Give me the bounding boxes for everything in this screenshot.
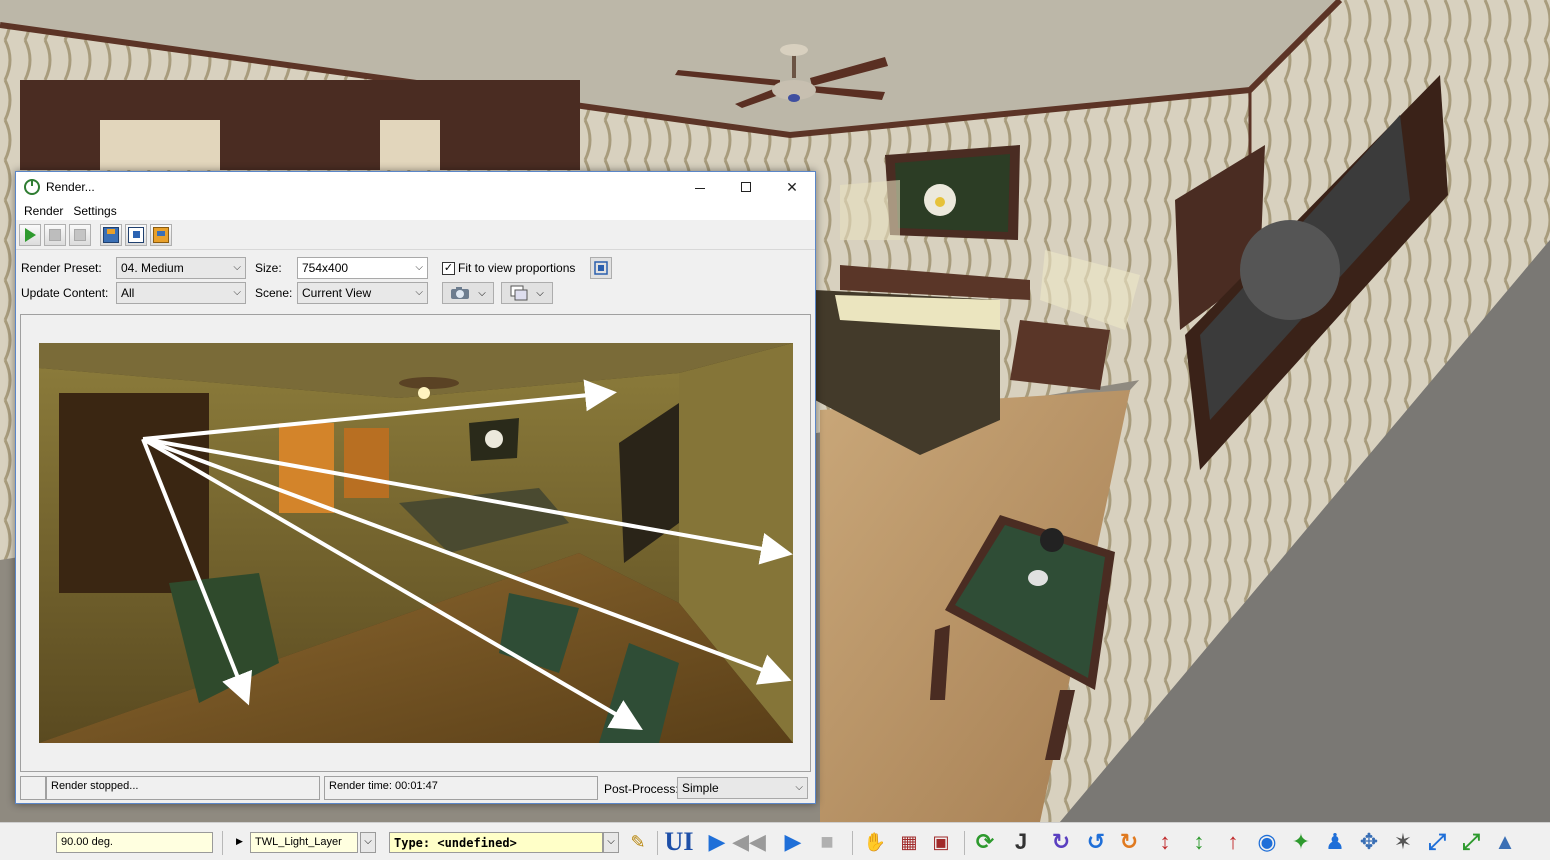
stop-icon[interactable]: ■	[814, 829, 840, 855]
render-preset-label: Render Preset:	[21, 261, 102, 275]
refresh-icon[interactable]: ⟳	[972, 829, 998, 855]
package-icon[interactable]: ▣	[928, 829, 954, 855]
status-indicator	[20, 776, 46, 800]
render-preview-image	[39, 343, 793, 743]
play-icon[interactable]: ▶	[704, 829, 730, 855]
maximize-icon	[741, 182, 751, 192]
separator	[964, 831, 965, 855]
step-play-icon[interactable]: ▶	[780, 829, 806, 855]
star-icon[interactable]: ✶	[1390, 829, 1416, 855]
menu-settings[interactable]: Settings	[69, 204, 120, 218]
minimize-button[interactable]	[677, 172, 723, 202]
type-field[interactable]: Type: <undefined>	[389, 832, 603, 853]
postprocess-select[interactable]: Simple ⌵	[677, 777, 808, 799]
separator	[222, 831, 223, 855]
chevron-down-icon: ⌵	[233, 262, 241, 273]
fit-view-icon	[594, 261, 608, 275]
size-value: 754x400	[302, 261, 349, 275]
stop-render-button[interactable]	[69, 223, 91, 246]
move-y-icon[interactable]: ↕	[1186, 829, 1212, 855]
power-app-icon	[24, 179, 40, 195]
palette-icon[interactable]: ✎	[625, 829, 651, 855]
copy-image-button[interactable]	[125, 223, 147, 246]
fit-view-button[interactable]	[590, 257, 612, 279]
chevron-down-icon: ⌵	[795, 782, 803, 793]
clone-window-dropdown-button[interactable]: ⌵	[501, 282, 553, 304]
nodes-icon[interactable]: ✥	[1356, 829, 1382, 855]
bottom-toolbar: 90.00 deg. ▶ TWL_Light_Layer ⌵ Type: <un…	[0, 822, 1550, 860]
fit-proportions-checkbox[interactable]: ✓	[442, 262, 455, 275]
separator	[852, 831, 853, 855]
pivot-icon[interactable]: ✦	[1288, 829, 1314, 855]
export-icon	[153, 226, 169, 243]
title-bar[interactable]: Render... ✕	[16, 172, 815, 202]
start-render-button[interactable]	[19, 223, 41, 246]
maximize-button[interactable]	[723, 172, 769, 202]
camera-icon	[451, 287, 470, 299]
render-preset-select[interactable]: 04. Medium ⌵	[116, 257, 246, 279]
scene-select[interactable]: Current View ⌵	[297, 282, 428, 304]
rendered-bedroom-image	[39, 343, 793, 743]
update-content-label: Update Content:	[21, 286, 109, 300]
copy-image-icon	[128, 226, 144, 243]
arrow-up-icon[interactable]: ↑	[1220, 829, 1246, 855]
minimize-icon	[695, 187, 705, 189]
update-content-select[interactable]: All ⌵	[116, 282, 246, 304]
layer-field[interactable]: TWL_Light_Layer	[250, 832, 358, 853]
link-icon[interactable]: ↻	[1048, 829, 1074, 855]
camera-dropdown-button[interactable]: ⌵	[442, 282, 494, 304]
postprocess-value: Simple	[682, 781, 719, 795]
save-image-button[interactable]	[100, 223, 122, 246]
chevron-down-icon: ⌵	[415, 287, 423, 298]
size-select[interactable]: 754x400 ⌵	[297, 257, 428, 279]
chevron-down-icon: ⌵	[233, 287, 241, 298]
chevron-down-icon: ⌵	[536, 287, 544, 299]
scene-value: Current View	[302, 286, 372, 300]
joint-icon[interactable]: J	[1008, 829, 1034, 855]
chain-icon[interactable]: ↻	[1116, 829, 1142, 855]
stack-icon[interactable]: ◉	[1254, 829, 1280, 855]
render-preset-value: 04. Medium	[121, 261, 184, 275]
plane-icon[interactable]: ▲	[1492, 829, 1518, 855]
separator	[657, 831, 658, 855]
chevron-down-icon: ⌵	[478, 287, 486, 299]
pause-render-button[interactable]	[44, 223, 66, 246]
chevron-down-icon: ⌵	[415, 262, 423, 273]
cursor-icon: ▶	[236, 836, 243, 846]
loop-icon[interactable]: ↺	[1083, 829, 1109, 855]
render-toolbar	[16, 220, 815, 250]
menu-render[interactable]: Render	[20, 204, 67, 218]
hand-icon[interactable]: ✋	[862, 829, 888, 855]
toolbox-icon[interactable]: ▦	[896, 829, 922, 855]
play-icon	[24, 227, 36, 242]
diagonal-arrow-icon[interactable]: ⤢	[1424, 829, 1450, 855]
move-vertical-icon[interactable]: ↕	[1152, 829, 1178, 855]
update-content-value: All	[121, 286, 135, 300]
rewind-icon[interactable]: ◀◀	[732, 829, 766, 855]
render-window: Render... ✕ Render Settings Render Prese…	[15, 171, 816, 804]
size-label: Size:	[255, 261, 282, 275]
render-status-message: Render stopped...	[46, 776, 320, 800]
save-image-icon	[103, 226, 119, 243]
ui-button[interactable]: UI	[665, 827, 694, 856]
close-icon: ✕	[786, 178, 798, 195]
clone-window-icon	[510, 285, 528, 301]
fit-proportions-label: Fit to view proportions	[458, 261, 576, 275]
status-bar: Render stopped... Render time: 00:01:47 …	[20, 776, 811, 801]
render-preview-frame	[20, 314, 811, 772]
postprocess-label: Post-Process:	[604, 782, 679, 796]
stop-icon	[74, 228, 86, 241]
type-dropdown-button[interactable]: ⌵	[603, 832, 619, 853]
angle-field[interactable]: 90.00 deg.	[56, 832, 213, 853]
layer-dropdown-button[interactable]: ⌵	[360, 832, 376, 853]
export-button[interactable]	[150, 223, 172, 246]
pause-icon	[49, 228, 61, 241]
close-button[interactable]: ✕	[769, 172, 815, 202]
diagonal-arrow-green-icon[interactable]: ⤢	[1458, 829, 1484, 855]
menu-bar: Render Settings	[16, 202, 815, 220]
figure-icon[interactable]: ♟	[1322, 829, 1348, 855]
window-title: Render...	[46, 180, 95, 194]
render-time: Render time: 00:01:47	[324, 776, 598, 800]
scene-label: Scene:	[255, 286, 293, 300]
